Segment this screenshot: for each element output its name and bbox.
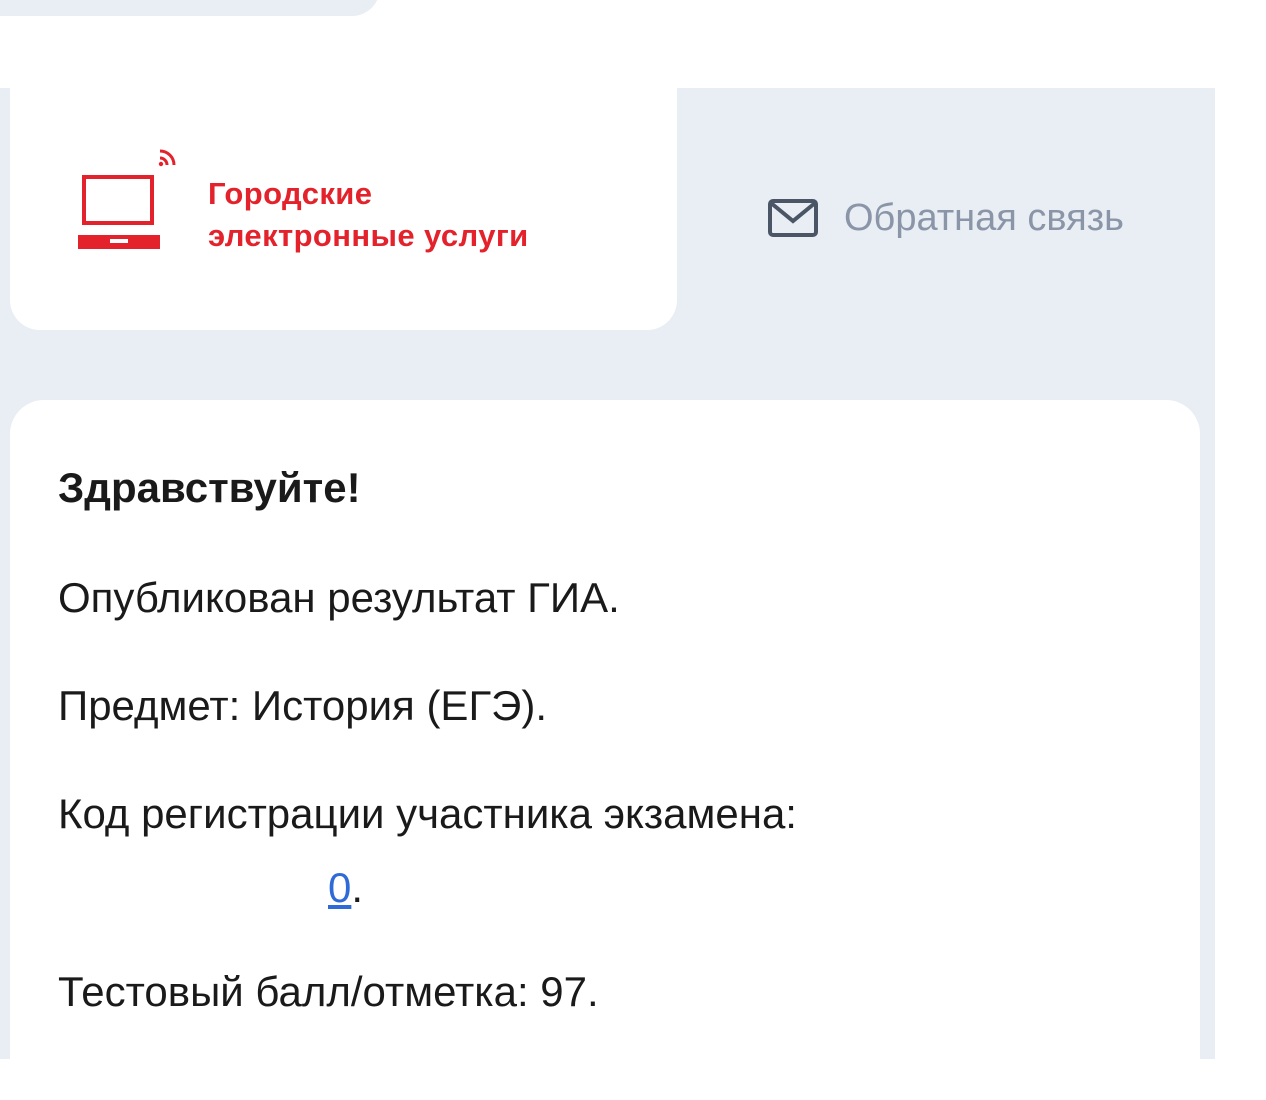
- published-line: Опубликован результат ГИА.: [58, 574, 620, 621]
- registration-code-link[interactable]: 0: [328, 864, 351, 911]
- registration-code-line: 0.: [58, 862, 363, 914]
- feedback-label: Обратная связь: [844, 196, 1124, 239]
- score-line: Тестовый балл/отметка: 97.: [58, 968, 599, 1015]
- mail-icon: [768, 198, 818, 238]
- subject-line: Предмет: История (ЕГЭ).: [58, 682, 548, 729]
- brand-logo[interactable]: Городские электронные услуги: [78, 143, 618, 263]
- redacted-area: [58, 870, 328, 911]
- registration-code-label: Код регистрации участника экзамена:: [58, 790, 797, 837]
- logo-text: Городские электронные услуги: [208, 173, 529, 257]
- top-card-remnant: [0, 0, 380, 16]
- logo-line-2: электронные услуги: [208, 218, 529, 253]
- registration-code-suffix: .: [351, 864, 364, 911]
- laptop-wifi-icon: [78, 149, 176, 249]
- feedback-link[interactable]: Обратная связь: [768, 192, 1124, 244]
- greeting: Здравствуйте!: [58, 464, 361, 511]
- logo-line-1: Городские: [208, 176, 373, 211]
- message-body: Здравствуйте! Опубликован результат ГИА.…: [58, 452, 1158, 1015]
